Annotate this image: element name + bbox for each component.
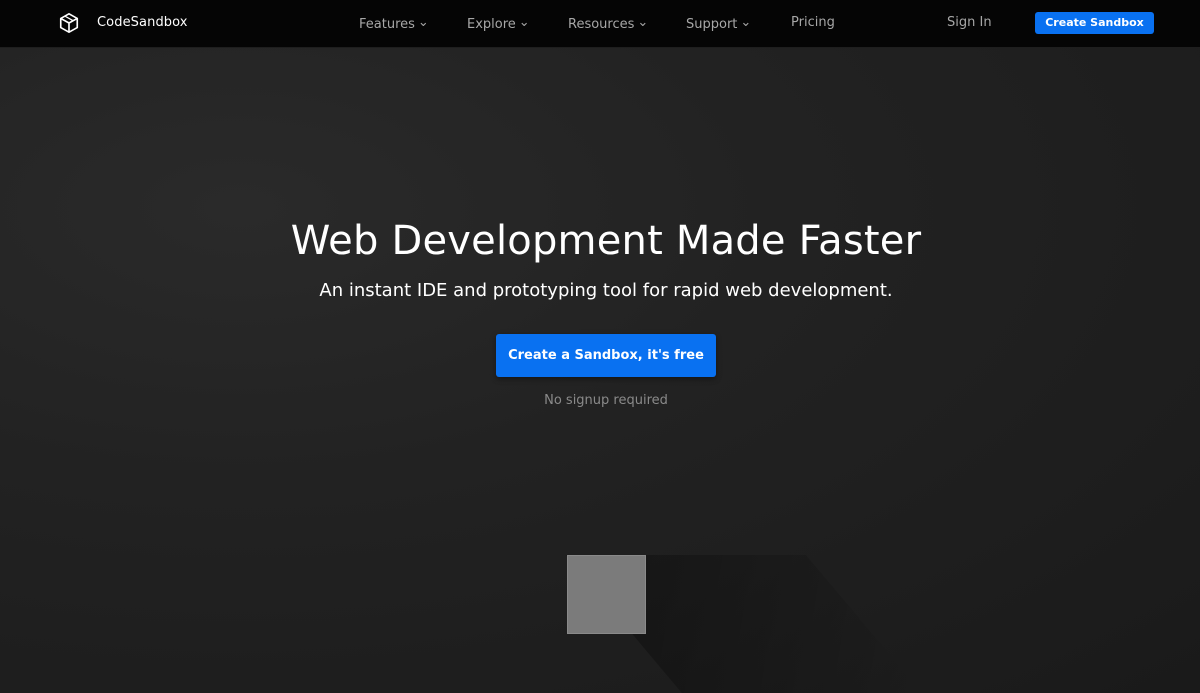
brand-name[interactable]: CodeSandbox	[97, 15, 188, 30]
nav-support[interactable]: Support ⌄	[686, 15, 751, 32]
page: CodeSandbox Features ⌄ Explore ⌄ Resources…	[0, 0, 1200, 693]
nav-pricing-label: Pricing	[791, 15, 835, 30]
create-sandbox-button[interactable]: Create Sandbox	[1035, 12, 1154, 34]
nav-explore-label: Explore	[467, 17, 516, 32]
hero-subtitle: An instant IDE and prototyping tool for …	[319, 280, 893, 301]
hero-title: Web Development Made Faster	[290, 218, 922, 264]
create-free-sandbox-button[interactable]: Create a Sandbox, it's free	[496, 334, 716, 377]
chevron-down-icon: ⌄	[637, 15, 649, 30]
chevron-down-icon: ⌄	[417, 15, 429, 30]
chevron-down-icon: ⌄	[740, 15, 752, 30]
nav-resources[interactable]: Resources ⌄	[568, 15, 648, 32]
hero-cube-graphic	[567, 555, 646, 634]
chevron-down-icon: ⌄	[518, 15, 530, 30]
codesandbox-cube-icon[interactable]	[58, 12, 80, 34]
no-signup-note: No signup required	[544, 393, 668, 408]
top-navbar: CodeSandbox Features ⌄ Explore ⌄ Resources…	[0, 0, 1200, 48]
nav-explore[interactable]: Explore ⌄	[467, 15, 530, 32]
nav-pricing[interactable]: Pricing	[791, 15, 835, 30]
nav-resources-label: Resources	[568, 17, 635, 32]
nav-features-label: Features	[359, 17, 415, 32]
nav-support-label: Support	[686, 17, 738, 32]
sign-in-link[interactable]: Sign In	[947, 15, 992, 30]
nav-features[interactable]: Features ⌄	[359, 15, 429, 32]
